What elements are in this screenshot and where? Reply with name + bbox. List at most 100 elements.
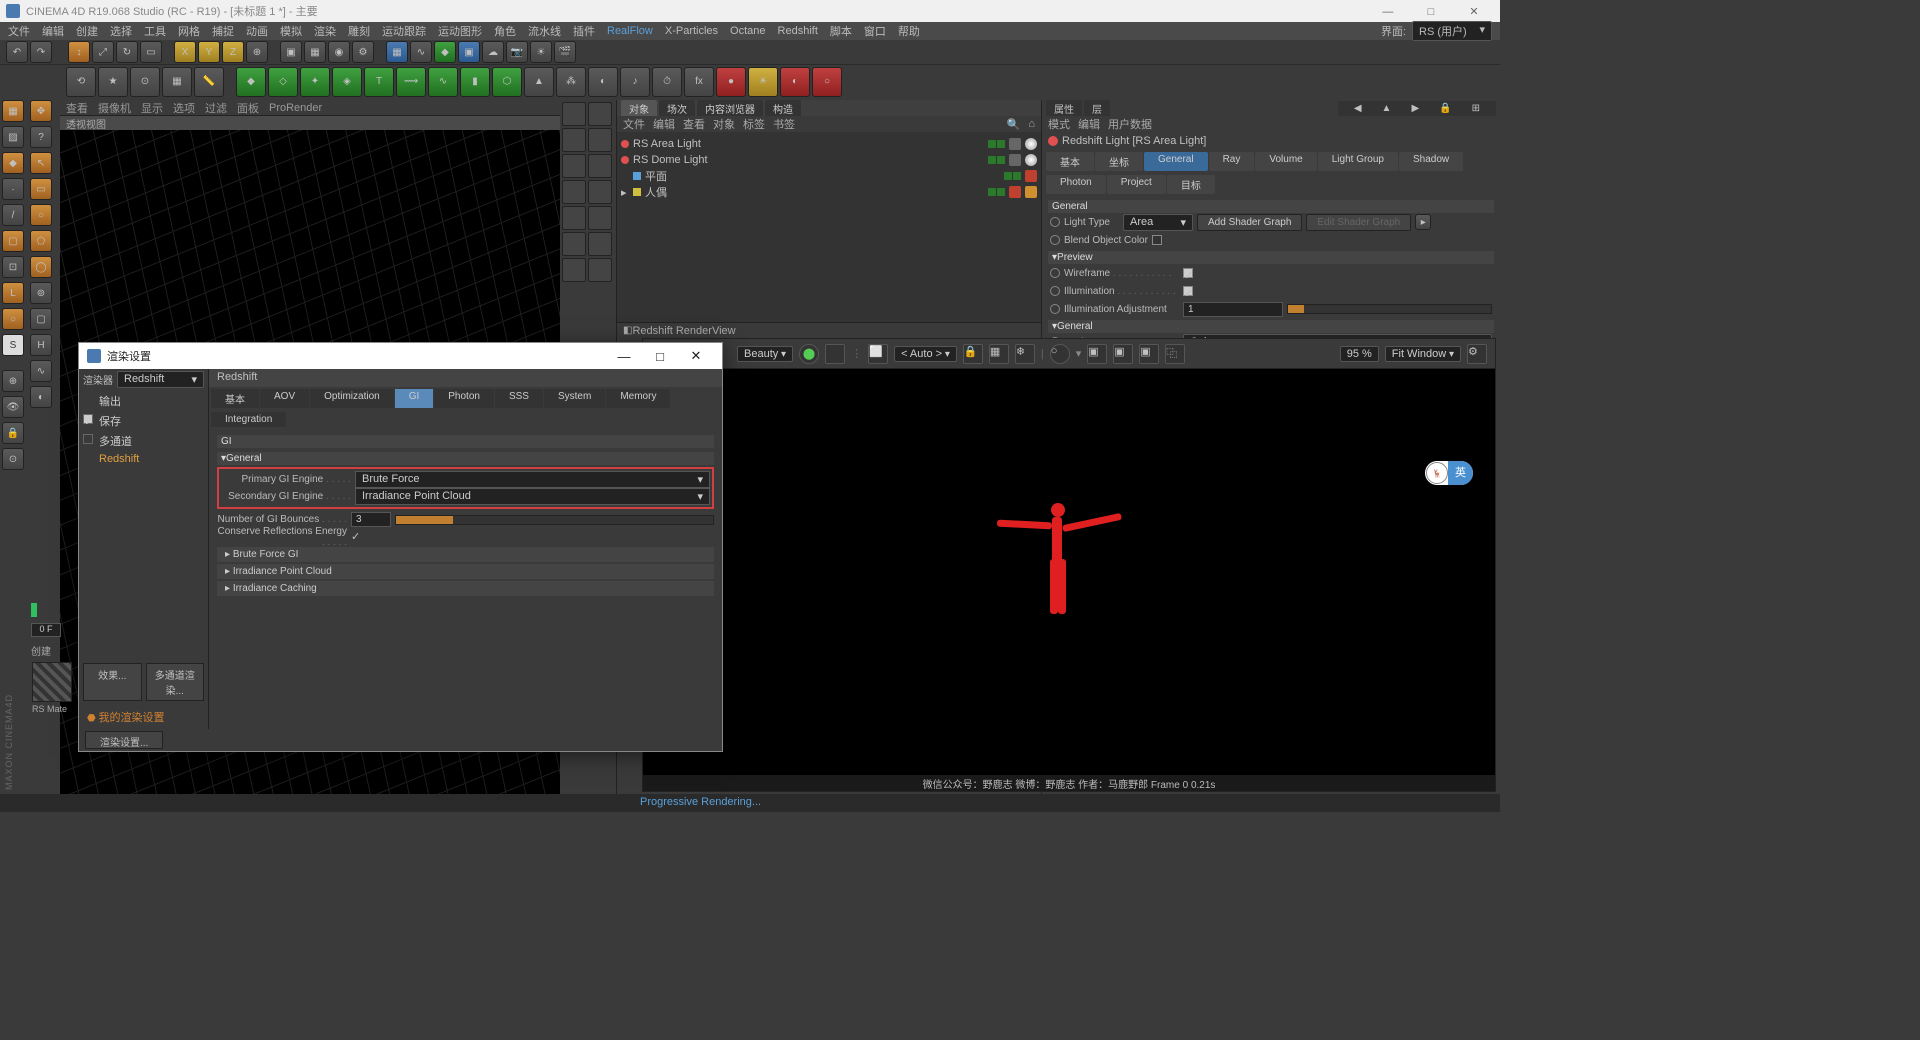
material-tag-icon[interactable] bbox=[1025, 170, 1037, 182]
section-general2[interactable]: ▾General bbox=[1048, 320, 1494, 333]
undo-icon[interactable]: ↶ bbox=[6, 41, 28, 63]
light-type-dropdown[interactable]: Area▾ bbox=[1123, 214, 1193, 231]
copy-icon[interactable]: ⿻ bbox=[1165, 344, 1185, 364]
mograph-poly-icon[interactable]: ⬡ bbox=[492, 67, 522, 97]
uv-point-icon[interactable]: ⊡ bbox=[2, 256, 24, 278]
radio-icon[interactable] bbox=[1050, 286, 1060, 296]
primary-gi-dropdown[interactable]: Brute Force▾ bbox=[355, 471, 710, 488]
phong-tag-icon[interactable] bbox=[1025, 186, 1037, 198]
auto-selector[interactable]: < Auto > ▾ bbox=[894, 346, 957, 362]
effector-random-icon[interactable]: ⁂ bbox=[556, 67, 586, 97]
add-shader-button[interactable]: Add Shader Graph bbox=[1197, 214, 1302, 231]
attr-mode[interactable]: 模式 bbox=[1048, 116, 1070, 132]
outline-select-icon[interactable]: ▢ bbox=[30, 308, 52, 330]
dlg-close-button[interactable]: ✕ bbox=[678, 348, 714, 364]
snow-icon[interactable]: ❄ bbox=[1015, 344, 1035, 364]
om-tags[interactable]: 标签 bbox=[743, 116, 765, 132]
camera-icon[interactable]: 📷 bbox=[506, 41, 528, 63]
rect-select-icon[interactable]: ▭ bbox=[30, 178, 52, 200]
rstab-basic[interactable]: 基本 bbox=[211, 389, 259, 408]
menu-mograph[interactable]: 运动图形 bbox=[438, 23, 482, 39]
help-icon[interactable]: ? bbox=[30, 126, 52, 148]
effector-formula-icon[interactable]: fx bbox=[684, 67, 714, 97]
illum-adj-input[interactable] bbox=[1183, 302, 1283, 317]
tag-icon[interactable] bbox=[1009, 154, 1021, 166]
lock-icon[interactable]: 🔒 bbox=[2, 422, 24, 444]
vp-options[interactable]: 选项 bbox=[173, 100, 195, 116]
layout-selector[interactable]: RS (用户)▾ bbox=[1412, 21, 1492, 41]
vs-5[interactable] bbox=[562, 154, 586, 178]
rstab-optimization[interactable]: Optimization bbox=[310, 389, 394, 408]
axis-x-icon[interactable]: X bbox=[174, 41, 196, 63]
mograph-extrude-icon[interactable]: ▮ bbox=[460, 67, 490, 97]
rs-dome-icon[interactable]: ◐ bbox=[780, 67, 810, 97]
my-settings-link[interactable]: ⬣ 我的渲染设置 bbox=[79, 705, 208, 729]
tool-scale-icon[interactable]: ⤢ bbox=[92, 41, 114, 63]
vp-panel[interactable]: 面板 bbox=[237, 100, 259, 116]
viewport-solo-icon[interactable]: 👁 bbox=[2, 396, 24, 418]
vp-filter[interactable]: 过滤 bbox=[205, 100, 227, 116]
grid-icon[interactable]: ▦ bbox=[989, 344, 1009, 364]
model-mode-icon[interactable]: ▦ bbox=[2, 100, 24, 122]
aov-selector[interactable]: Beauty ▾ bbox=[737, 346, 793, 362]
menu-anim[interactable]: 动画 bbox=[246, 23, 268, 39]
tab-volume[interactable]: Volume bbox=[1255, 152, 1316, 171]
vp-camera[interactable]: 摄像机 bbox=[98, 100, 131, 116]
redo-icon[interactable]: ↷ bbox=[30, 41, 52, 63]
nav-fwd-icon[interactable]: ▲ bbox=[1374, 102, 1400, 115]
vs-11[interactable] bbox=[562, 232, 586, 256]
live-select-icon[interactable]: ↖ bbox=[30, 152, 52, 174]
axis-z-icon[interactable]: Z bbox=[222, 41, 244, 63]
workplane-mode-icon[interactable]: ◆ bbox=[2, 152, 24, 174]
tab-basic[interactable]: 基本 bbox=[1046, 152, 1094, 171]
menu-plugins[interactable]: 插件 bbox=[573, 23, 595, 39]
dlg-minimize-button[interactable]: — bbox=[606, 349, 642, 364]
collapse-ipc[interactable]: Irradiance Point Cloud bbox=[217, 564, 714, 579]
zoom-field[interactable]: 95 % bbox=[1340, 346, 1379, 362]
rs-tag-icon[interactable] bbox=[1025, 154, 1037, 166]
mograph-fracture-icon[interactable]: ✦ bbox=[300, 67, 330, 97]
menu-mesh[interactable]: 网格 bbox=[178, 23, 200, 39]
effector-shader-icon[interactable]: ◐ bbox=[588, 67, 618, 97]
path-select-icon[interactable]: ∿ bbox=[30, 360, 52, 382]
move-tool-icon[interactable]: ✥ bbox=[30, 100, 52, 122]
hierarchy-item[interactable]: RS Area Light bbox=[621, 136, 1037, 152]
tweak-icon[interactable]: ○ bbox=[2, 308, 24, 330]
mograph-text-icon[interactable]: T bbox=[364, 67, 394, 97]
magnet-icon[interactable]: ⊙ bbox=[130, 67, 160, 97]
renderer-dropdown[interactable]: Redshift▾ bbox=[117, 371, 204, 388]
tab-content[interactable]: 内容浏览器 bbox=[697, 100, 763, 117]
om-view[interactable]: 查看 bbox=[683, 116, 705, 132]
vs-7[interactable] bbox=[562, 180, 586, 204]
conserve-checkbox[interactable]: ✓ bbox=[351, 530, 360, 543]
point-mode-icon[interactable]: · bbox=[2, 178, 24, 200]
rs-sun-icon[interactable]: ☀ bbox=[748, 67, 778, 97]
vp-display[interactable]: 显示 bbox=[141, 100, 163, 116]
multipass-button[interactable]: 多通道渲染... bbox=[146, 663, 205, 701]
collapse-bruteforce[interactable]: Brute Force GI bbox=[217, 547, 714, 562]
mograph-matrix-icon[interactable]: ◇ bbox=[268, 67, 298, 97]
material-preview[interactable] bbox=[32, 662, 72, 702]
radio-icon[interactable] bbox=[1050, 217, 1060, 227]
loop-select-icon[interactable]: ◯ bbox=[30, 256, 52, 278]
mograph-instance-icon[interactable]: ◈ bbox=[332, 67, 362, 97]
menu-tools[interactable]: 工具 bbox=[144, 23, 166, 39]
tab-target[interactable]: 目标 bbox=[1167, 175, 1215, 194]
coord-icon[interactable]: ⊕ bbox=[246, 41, 268, 63]
wireframe-checkbox[interactable]: ✓ bbox=[1183, 268, 1193, 278]
light-icon[interactable]: ☀ bbox=[530, 41, 552, 63]
generator-icon[interactable]: ◆ bbox=[434, 41, 456, 63]
fill-select-icon[interactable]: H bbox=[30, 334, 52, 356]
arrow-icon[interactable]: ▸ bbox=[1415, 214, 1431, 230]
poly-mode-icon[interactable]: ▢ bbox=[2, 230, 24, 252]
tab-ray[interactable]: Ray bbox=[1209, 152, 1255, 171]
lock-icon[interactable]: 🔒 bbox=[963, 344, 983, 364]
vs-3[interactable] bbox=[562, 128, 586, 152]
poly-select-icon[interactable]: ⬠ bbox=[30, 230, 52, 252]
render-settings-button[interactable]: 渲染设置... bbox=[85, 731, 163, 749]
enable-axis-icon[interactable]: ⊕ bbox=[2, 370, 24, 392]
new-icon[interactable]: ⊞ bbox=[1464, 102, 1488, 115]
render-pic-icon[interactable]: ▣ bbox=[280, 41, 302, 63]
axis-y-icon[interactable]: Y bbox=[198, 41, 220, 63]
crop-icon[interactable]: ⬜ bbox=[868, 344, 888, 364]
